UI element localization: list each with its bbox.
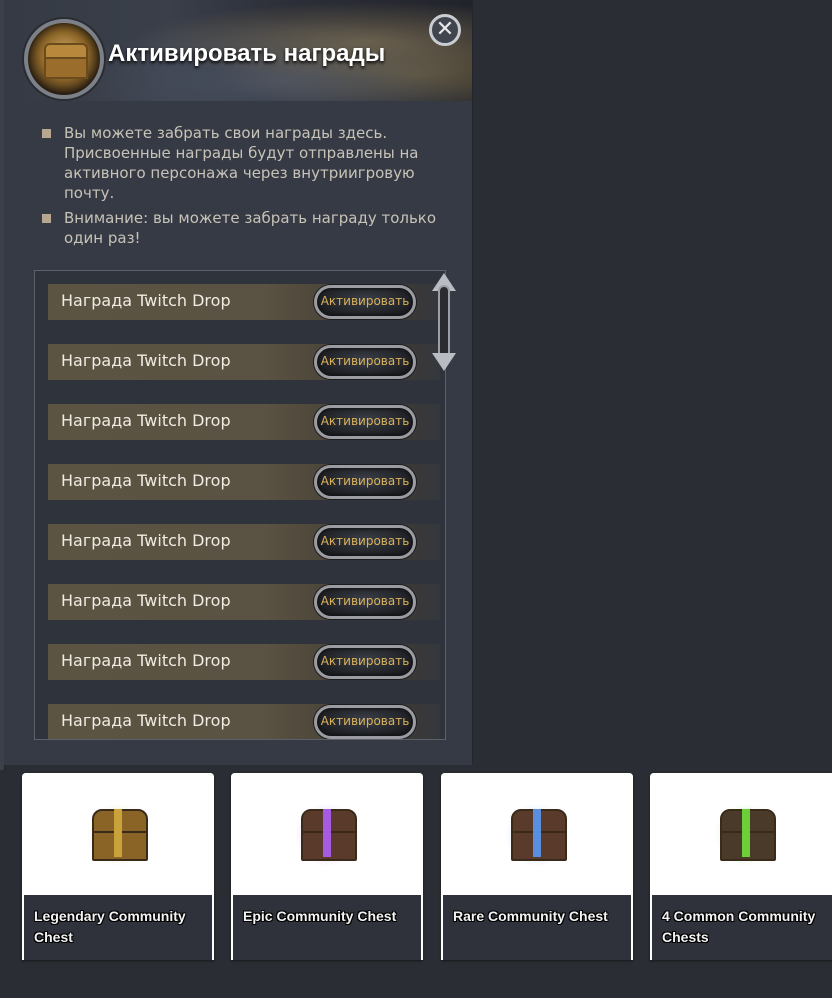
card-footer: Epic Community Chest bbox=[233, 895, 421, 960]
chest-image bbox=[650, 773, 832, 895]
treasure-chest-icon bbox=[24, 19, 104, 99]
chest-image bbox=[441, 773, 633, 895]
activate-button[interactable]: Активировать bbox=[314, 465, 416, 499]
chest-card[interactable]: Rare Community Chest bbox=[441, 773, 633, 960]
reward-row: Награда Twitch Drop Активировать bbox=[48, 284, 440, 320]
card-footer: Rare Community Chest bbox=[443, 895, 631, 960]
reward-label: Награда Twitch Drop bbox=[61, 531, 231, 550]
reward-row: Награда Twitch Drop Активировать bbox=[48, 584, 440, 620]
chest-card[interactable]: Legendary Community Chest bbox=[22, 773, 214, 960]
card-label: 4 Common Community Chests bbox=[662, 908, 816, 945]
info-item: Внимание: вы можете забрать награду толь… bbox=[40, 208, 450, 248]
reward-row: Награда Twitch Drop Активировать bbox=[48, 464, 440, 500]
activate-button[interactable]: Активировать bbox=[314, 345, 416, 379]
scroll-thumb[interactable] bbox=[438, 285, 450, 361]
info-text: Вы можете забрать свои награды здесь. Пр… bbox=[40, 123, 450, 253]
chest-icon bbox=[501, 801, 573, 869]
chest-card[interactable]: Epic Community Chest bbox=[231, 773, 423, 960]
scrollbar[interactable] bbox=[430, 273, 458, 373]
reward-label: Награда Twitch Drop bbox=[61, 711, 231, 730]
reward-label: Награда Twitch Drop bbox=[61, 591, 231, 610]
activate-button[interactable]: Активировать bbox=[314, 405, 416, 439]
card-label: Legendary Community Chest bbox=[34, 908, 186, 945]
activate-button[interactable]: Активировать bbox=[314, 285, 416, 319]
activate-button[interactable]: Активировать bbox=[314, 645, 416, 679]
card-footer: 4 Common Community Chests bbox=[652, 895, 832, 960]
card-footer: Legendary Community Chest bbox=[24, 895, 212, 960]
info-item: Вы можете забрать свои награды здесь. Пр… bbox=[40, 123, 450, 203]
reward-row: Награда Twitch Drop Активировать bbox=[48, 644, 440, 680]
reward-row: Награда Twitch Drop Активировать bbox=[48, 344, 440, 380]
reward-row: Награда Twitch Drop Активировать bbox=[48, 704, 440, 739]
dialog-banner: Активировать награды ✕ bbox=[4, 0, 472, 101]
reward-label: Награда Twitch Drop bbox=[61, 411, 231, 430]
reward-label: Награда Twitch Drop bbox=[61, 291, 231, 310]
chest-cards: Legendary Community Chest Epic Community … bbox=[0, 773, 832, 963]
reward-label: Награда Twitch Drop bbox=[61, 351, 231, 370]
rewards-list[interactable]: Награда Twitch Drop Активировать Награда T… bbox=[34, 270, 446, 740]
chest-icon bbox=[291, 801, 363, 869]
bullet-icon bbox=[42, 129, 51, 138]
dialog-title: Активировать награды bbox=[108, 40, 386, 67]
scroll-down-arrow-icon[interactable] bbox=[432, 353, 456, 371]
activate-button[interactable]: Активировать bbox=[314, 705, 416, 739]
card-label: Rare Community Chest bbox=[453, 908, 608, 924]
chest-image bbox=[22, 773, 214, 895]
close-button[interactable]: ✕ bbox=[429, 14, 461, 46]
activate-button[interactable]: Активировать bbox=[314, 525, 416, 559]
chest-icon bbox=[82, 801, 154, 869]
reward-label: Награда Twitch Drop bbox=[61, 471, 231, 490]
bullet-icon bbox=[42, 214, 51, 223]
chest-card[interactable]: 4 Common Community Chests bbox=[650, 773, 832, 960]
chest-icon bbox=[710, 801, 782, 869]
reward-row: Награда Twitch Drop Активировать bbox=[48, 404, 440, 440]
reward-label: Награда Twitch Drop bbox=[61, 651, 231, 670]
reward-row: Награда Twitch Drop Активировать bbox=[48, 524, 440, 560]
activate-button[interactable]: Активировать bbox=[314, 585, 416, 619]
chest-image bbox=[231, 773, 423, 895]
card-label: Epic Community Chest bbox=[243, 908, 397, 924]
